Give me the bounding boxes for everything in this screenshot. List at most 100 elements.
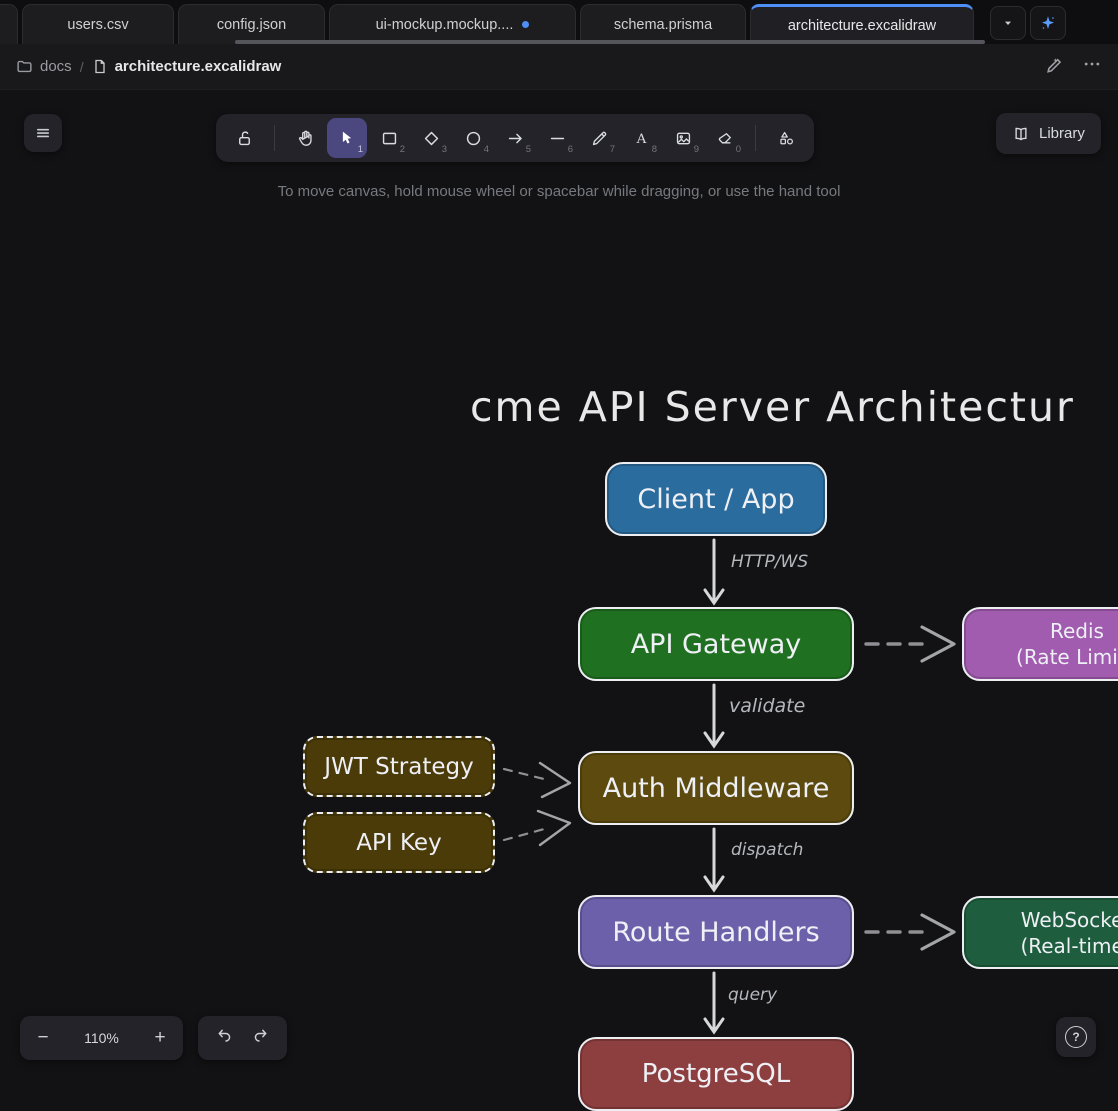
tool-shortcut: 6 bbox=[568, 144, 573, 155]
tool-arrow-button[interactable]: 5 bbox=[495, 118, 535, 158]
node-label: Redis bbox=[1050, 618, 1104, 644]
tab-scrollbar[interactable] bbox=[235, 40, 985, 44]
edge-label-http-ws: HTTP/WS bbox=[731, 552, 808, 572]
tool-shortcut: 2 bbox=[400, 144, 405, 155]
line-icon bbox=[548, 129, 567, 148]
tool-eraser-button[interactable]: 0 bbox=[705, 118, 745, 158]
hamburger-menu-icon bbox=[34, 124, 52, 142]
tool-shortcut: 7 bbox=[610, 144, 615, 155]
zoom-out-button[interactable]: − bbox=[20, 1016, 66, 1060]
pencil-sparkle-icon bbox=[1045, 55, 1064, 74]
ellipsis-icon bbox=[1082, 54, 1102, 74]
breadcrumb-folder[interactable]: docs bbox=[16, 58, 72, 75]
node-route-handlers[interactable]: Route Handlers bbox=[578, 895, 854, 969]
tool-lock-button[interactable] bbox=[224, 118, 264, 158]
library-label: Library bbox=[1039, 125, 1085, 142]
tool-shortcut: 3 bbox=[442, 144, 447, 155]
undo-icon bbox=[215, 1026, 234, 1045]
tab-label: schema.prisma bbox=[614, 17, 712, 33]
node-postgresql[interactable]: PostgreSQL bbox=[578, 1037, 854, 1111]
tool-draw-button[interactable]: 7 bbox=[579, 118, 619, 158]
toolbar-divider bbox=[274, 125, 275, 151]
diagram-edges bbox=[0, 90, 1118, 1080]
redo-icon bbox=[251, 1026, 270, 1045]
tool-selection-button[interactable]: 1 bbox=[327, 118, 367, 158]
node-redis[interactable]: Redis (Rate Limite bbox=[962, 607, 1118, 681]
node-label: API Key bbox=[356, 830, 441, 856]
tab-architecture-excalidraw[interactable]: architecture.excalidraw bbox=[750, 4, 974, 44]
node-label: (Rate Limite bbox=[1016, 644, 1118, 670]
breadcrumb: docs / architecture.excalidraw bbox=[16, 58, 1045, 75]
node-jwt-strategy[interactable]: JWT Strategy bbox=[303, 736, 495, 797]
breadcrumb-file-label: architecture.excalidraw bbox=[115, 58, 282, 75]
tab-schema-prisma[interactable]: schema.prisma bbox=[580, 4, 746, 44]
tool-rectangle-button[interactable]: 2 bbox=[369, 118, 409, 158]
zoom-controls: − 110% + bbox=[20, 1016, 183, 1060]
breadcrumb-folder-label: docs bbox=[40, 58, 72, 75]
breadcrumb-separator: / bbox=[80, 59, 84, 75]
canvas-hint: To move canvas, hold mouse wheel or spac… bbox=[0, 183, 1118, 200]
folder-icon bbox=[16, 58, 33, 75]
tab-label: architecture.excalidraw bbox=[788, 18, 936, 34]
tool-shortcut: 1 bbox=[358, 144, 363, 155]
tab-label: ui-mockup.mockup.... bbox=[376, 17, 514, 33]
ellipse-icon bbox=[464, 129, 483, 148]
node-label: Client / App bbox=[637, 484, 794, 515]
diamond-icon bbox=[422, 129, 441, 148]
tab-ui-mockup[interactable]: ui-mockup.mockup.... bbox=[329, 4, 576, 44]
node-label: PostgreSQL bbox=[642, 1059, 790, 1089]
tool-diamond-button[interactable]: 3 bbox=[411, 118, 451, 158]
chevron-down-icon bbox=[1000, 15, 1016, 31]
tab-users-csv[interactable]: users.csv bbox=[22, 4, 174, 44]
history-controls bbox=[198, 1016, 287, 1060]
node-client-app[interactable]: Client / App bbox=[605, 462, 827, 536]
tab-label: config.json bbox=[217, 17, 286, 33]
question-mark-icon: ? bbox=[1065, 1026, 1087, 1048]
file-icon bbox=[92, 58, 108, 75]
zoom-in-button[interactable]: + bbox=[137, 1016, 183, 1060]
undo-button[interactable] bbox=[215, 1026, 234, 1050]
tool-shapes-button[interactable] bbox=[766, 118, 806, 158]
ai-assistant-button[interactable] bbox=[1030, 6, 1066, 40]
edge-label-query: query bbox=[728, 985, 777, 1005]
node-label: API Gateway bbox=[631, 629, 802, 660]
main-menu-button[interactable] bbox=[24, 114, 62, 152]
tool-image-button[interactable]: 9 bbox=[663, 118, 703, 158]
editor-tab-bar: users.csv config.json ui-mockup.mockup..… bbox=[0, 0, 1118, 44]
tab-list-dropdown-button[interactable] bbox=[990, 6, 1026, 40]
text-icon: A bbox=[632, 129, 651, 148]
node-websocket[interactable]: WebSocket (Real-time) bbox=[962, 896, 1118, 969]
tool-text-button[interactable]: A 8 bbox=[621, 118, 661, 158]
library-button[interactable]: Library bbox=[996, 113, 1101, 154]
node-label: Route Handlers bbox=[612, 917, 819, 948]
tab-config-json[interactable]: config.json bbox=[178, 4, 325, 44]
node-api-key[interactable]: API Key bbox=[303, 812, 495, 873]
sparkle-icon bbox=[1039, 14, 1057, 32]
breadcrumb-actions bbox=[1045, 54, 1102, 79]
rectangle-icon bbox=[380, 129, 399, 148]
ai-edit-button[interactable] bbox=[1045, 55, 1064, 79]
tool-ellipse-button[interactable]: 4 bbox=[453, 118, 493, 158]
more-options-button[interactable] bbox=[1082, 54, 1102, 79]
redo-button[interactable] bbox=[251, 1026, 270, 1050]
node-auth-middleware[interactable]: Auth Middleware bbox=[578, 751, 854, 825]
eraser-icon bbox=[716, 129, 735, 148]
tool-line-button[interactable]: 6 bbox=[537, 118, 577, 158]
zoom-level[interactable]: 110% bbox=[66, 1030, 137, 1046]
book-icon bbox=[1012, 125, 1030, 143]
svg-text:A: A bbox=[635, 131, 646, 146]
arrow-icon bbox=[506, 129, 525, 148]
image-icon bbox=[674, 129, 693, 148]
toolbar-divider bbox=[755, 125, 756, 151]
tool-shortcut: 8 bbox=[652, 144, 657, 155]
tool-shortcut: 9 bbox=[694, 144, 699, 155]
tool-hand-button[interactable] bbox=[285, 118, 325, 158]
tool-shortcut: 4 bbox=[484, 144, 489, 155]
excalidraw-canvas[interactable]: 1 2 3 4 5 6 7 bbox=[0, 90, 1118, 1080]
diagram-title[interactable]: cme API Server Architectur bbox=[470, 383, 1075, 431]
edge-label-validate: validate bbox=[729, 695, 805, 717]
help-button[interactable]: ? bbox=[1056, 1017, 1096, 1057]
hand-icon bbox=[296, 129, 315, 148]
node-api-gateway[interactable]: API Gateway bbox=[578, 607, 854, 681]
tab-partial[interactable] bbox=[0, 4, 18, 44]
